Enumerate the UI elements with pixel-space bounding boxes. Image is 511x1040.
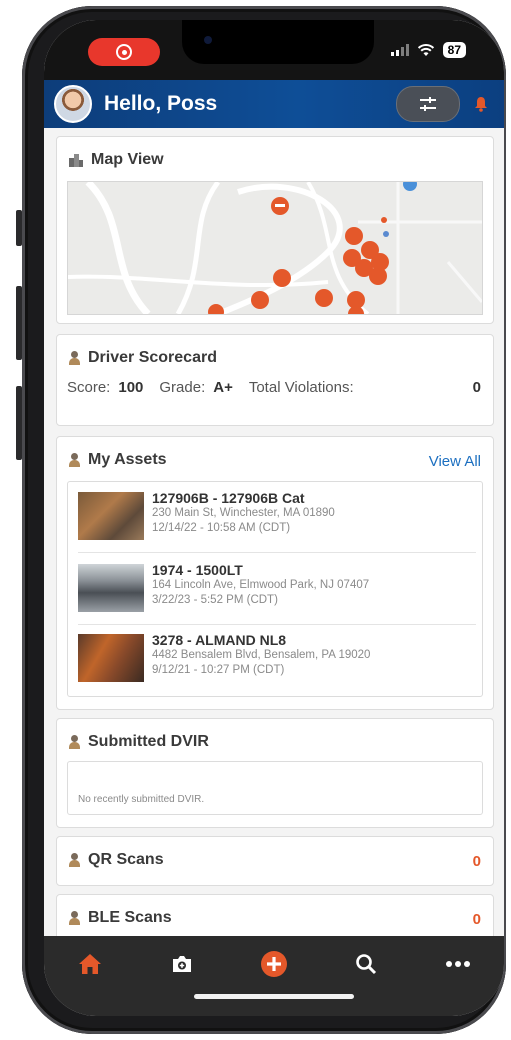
my-assets-card: My Assets View All 127906B - 127906B Cat… — [56, 436, 494, 710]
driver-icon — [69, 735, 80, 749]
record-icon — [116, 44, 132, 60]
more-icon — [446, 961, 470, 967]
tab-more[interactable] — [438, 950, 478, 978]
tab-home[interactable] — [70, 950, 110, 978]
submitted-dvir-card[interactable]: Submitted DVIR No recently submitted DVI… — [56, 718, 494, 828]
asset-timestamp: 12/14/22 - 10:58 AM (CDT) — [152, 522, 291, 534]
cellular-signal-icon — [390, 44, 409, 56]
home-icon — [79, 954, 101, 974]
tab-add[interactable] — [254, 950, 294, 978]
filter-button[interactable] — [396, 86, 460, 122]
home-indicator[interactable] — [194, 994, 354, 999]
view-all-link[interactable]: View All — [429, 453, 481, 470]
list-item[interactable]: 127906B - 127906B Cat 230 Main St, Winch… — [78, 486, 476, 556]
phone-volume-up — [16, 286, 22, 360]
asset-address: 164 Lincoln Ave, Elmwood Park, NJ 07407 — [152, 579, 370, 591]
camera-icon — [173, 956, 191, 972]
ble-scans-header: BLE Scans — [69, 909, 172, 927]
asset-title: 3278 - ALMAND NL8 — [152, 632, 287, 648]
buildings-icon — [69, 154, 83, 167]
list-item[interactable]: 1974 - 1500LT 164 Lincoln Ave, Elmwood P… — [78, 558, 476, 628]
asset-timestamp: 3/22/23 - 5:52 PM (CDT) — [152, 594, 278, 606]
status-icons: 87 — [390, 42, 466, 58]
score-value: 100 — [118, 379, 144, 396]
score-label: Score: — [67, 379, 111, 396]
divider — [78, 624, 476, 625]
qr-scans-count: 0 — [472, 853, 481, 870]
tab-bar — [44, 936, 504, 1016]
violations-label: Total Violations: — [248, 379, 354, 396]
qr-scans-header: QR Scans — [69, 851, 164, 869]
asset-address: 230 Main St, Winchester, MA 01890 — [152, 507, 335, 519]
submitted-dvir-header: Submitted DVIR — [69, 733, 209, 751]
map-view-header: Map View — [69, 151, 164, 169]
asset-title: 127906B - 127906B Cat — [152, 490, 305, 506]
ble-scans-title: BLE Scans — [88, 909, 172, 926]
screen-recording-indicator[interactable] — [88, 38, 160, 66]
phone-mute-switch — [16, 210, 22, 246]
tab-camera[interactable] — [162, 950, 202, 978]
tab-search[interactable] — [346, 950, 386, 978]
driver-icon — [69, 453, 80, 467]
map-view-title: Map View — [91, 151, 164, 168]
asset-address: 4482 Bensalem Blvd, Bensalem, PA 19020 — [152, 649, 371, 661]
app-screen: 87 Hello, Poss Map View Driver Scorecard… — [44, 20, 504, 1016]
battery-indicator: 87 — [442, 42, 466, 58]
dvir-empty-text: No recently submitted DVIR. — [78, 794, 205, 805]
greeting: Hello, Poss — [104, 92, 218, 115]
add-icon — [261, 951, 287, 977]
driver-scorecard-card[interactable]: Driver Scorecard Score: 100 Grade: A+ To… — [56, 334, 494, 426]
phone-volume-down — [16, 386, 22, 460]
grade-value: A+ — [213, 379, 233, 396]
qr-scans-card[interactable]: QR Scans 0 — [56, 836, 494, 886]
dashboard-content: Map View Driver Scorecard Score: 100 Gra… — [44, 128, 504, 956]
app-header: Hello, Poss — [44, 80, 504, 128]
search-icon — [356, 954, 377, 975]
asset-timestamp: 9/12/21 - 10:27 PM (CDT) — [152, 664, 285, 676]
grade-label: Grade: — [159, 379, 206, 396]
driver-scorecard-title: Driver Scorecard — [88, 349, 217, 366]
ble-scans-count: 0 — [472, 911, 481, 928]
driver-icon — [69, 351, 80, 365]
score-row: Score: 100 Grade: A+ Total Violations: 0 — [67, 379, 481, 396]
map-canvas — [68, 182, 482, 314]
asset-thumbnail — [78, 564, 144, 612]
asset-thumbnail — [78, 634, 144, 682]
my-assets-header: My Assets — [69, 451, 167, 469]
map-view-card[interactable]: Map View — [56, 136, 494, 324]
driver-icon — [69, 911, 80, 925]
notch — [182, 20, 374, 64]
asset-title: 1974 - 1500LT — [152, 562, 243, 578]
my-assets-title: My Assets — [88, 451, 167, 468]
sliders-icon — [420, 97, 436, 111]
wifi-icon — [417, 44, 434, 56]
qr-scans-title: QR Scans — [88, 851, 164, 868]
bell-icon[interactable] — [474, 96, 488, 112]
asset-list: 127906B - 127906B Cat 230 Main St, Winch… — [67, 481, 483, 697]
violations-value: 0 — [472, 379, 481, 396]
avatar[interactable] — [54, 85, 92, 123]
map[interactable] — [67, 181, 483, 315]
submitted-dvir-title: Submitted DVIR — [88, 733, 209, 750]
status-bar: 87 — [44, 20, 504, 80]
list-item[interactable]: 3278 - ALMAND NL8 4482 Bensalem Blvd, Be… — [78, 628, 476, 698]
divider — [78, 552, 476, 553]
driver-icon — [69, 853, 80, 867]
dvir-list: No recently submitted DVIR. — [67, 761, 483, 815]
driver-scorecard-header: Driver Scorecard — [69, 349, 217, 367]
asset-thumbnail — [78, 492, 144, 540]
